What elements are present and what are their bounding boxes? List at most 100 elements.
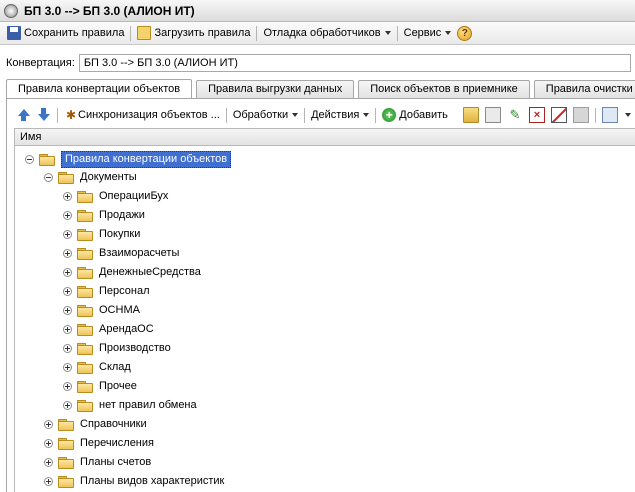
folder-icon [77,361,93,374]
tree-row[interactable]: Взаиморасчеты [63,244,179,263]
tree-row[interactable]: Справочники [44,415,147,434]
save-icon [7,26,21,40]
toolbar-separator [225,107,227,123]
expand-icon[interactable] [63,268,72,277]
tree-row[interactable]: Прочее [63,377,137,396]
add-label: Добавить [399,109,448,121]
folder-icon [39,153,55,166]
save-rules-button[interactable]: Сохранить правила [4,26,127,40]
tree-column-header[interactable]: Имя [14,128,635,146]
tree-row[interactable]: Планы счетов [44,453,151,472]
tree-row[interactable]: Планы видов характеристик [44,472,224,491]
tree-item-label: ДенежныеСредства [99,266,201,278]
navigate-icon[interactable] [601,107,618,123]
processing-label: Обработки [232,109,289,121]
copy-icon[interactable] [484,107,501,123]
actions-menu[interactable]: Действия [308,109,372,121]
conversion-field[interactable]: БП 3.0 --> БП 3.0 (АЛИОН ИТ) [78,54,631,72]
title-bar: БП 3.0 --> БП 3.0 (АЛИОН ИТ) [0,0,635,22]
add-button[interactable]: + Добавить [379,108,451,122]
toolbar-separator [57,107,58,123]
rules-tree: Правила конвертации объектов Документы О… [14,146,635,492]
expand-icon[interactable] [63,363,72,372]
tree-item-label: Склад [99,361,131,373]
help-button[interactable]: ? [454,25,475,41]
tree-item-label: Производство [99,342,171,354]
expand-icon[interactable] [63,249,72,258]
expand-icon[interactable] [44,458,53,467]
tree-item-label: ОперацииБух [99,190,169,202]
toolbar-separator [594,107,596,123]
tree-row[interactable]: Покупки [63,225,140,244]
folder-icon [77,304,93,317]
debug-handlers-menu[interactable]: Отладка обработчиков [260,27,393,39]
expand-icon[interactable] [63,192,72,201]
tree-row[interactable]: Производство [63,339,171,358]
expand-icon[interactable] [63,344,72,353]
chevron-down-icon[interactable] [624,113,631,117]
expand-icon[interactable] [63,287,72,296]
move-up-icon[interactable] [17,108,31,122]
tree-row[interactable]: АрендаОС [63,320,154,339]
tree-item-label: ОСНМА [99,304,140,316]
chevron-down-icon [445,31,452,35]
processing-menu[interactable]: Обработки [230,109,301,121]
main-toolbar: Сохранить правила Загрузить правила Отла… [0,22,635,45]
tree-item-label: Прочее [99,380,137,392]
folder-icon [58,418,74,431]
load-rules-button[interactable]: Загрузить правила [134,26,253,40]
rules-tabs: Правила конвертации объектов Правила выг… [6,78,635,99]
folder-icon [77,209,93,222]
save-rules-label: Сохранить правила [24,27,125,39]
move-down-icon[interactable] [37,108,51,122]
expand-icon[interactable] [63,211,72,220]
tree-row[interactable]: Персонал [63,282,150,301]
tree-row[interactable]: нет правил обмена [63,396,197,415]
tab-object-search-in-target[interactable]: Поиск объектов в приемнике [358,80,530,98]
tree-documents-label: Документы [80,171,137,183]
tree-item-label: Перечисления [80,437,154,449]
expand-icon[interactable] [63,401,72,410]
tree-row[interactable]: Перечисления [44,434,154,453]
tab-object-conversion-rules[interactable]: Правила конвертации объектов [6,79,193,99]
chevron-down-icon [363,113,370,117]
collapse-icon[interactable] [25,155,34,164]
expand-icon[interactable] [63,382,72,391]
open-folder-icon [137,26,152,40]
tree-row-documents[interactable]: Документы [44,168,137,187]
tab-cleanup-rules[interactable]: Правила очистки д [533,80,635,98]
chevron-down-icon [384,31,391,35]
window-title: БП 3.0 --> БП 3.0 (АЛИОН ИТ) [24,3,195,18]
delete-icon[interactable]: × [528,107,545,123]
tree-row[interactable]: ОСНМА [63,301,140,320]
folder-icon [58,475,74,488]
expand-icon[interactable] [63,230,72,239]
tree-row[interactable]: ДенежныеСредства [63,263,201,282]
expand-icon[interactable] [44,420,53,429]
expand-icon[interactable] [44,439,53,448]
disabled-action-icon[interactable] [572,107,589,123]
sync-objects-label: Синхронизация объектов ... [78,109,220,121]
mark-deletion-icon[interactable] [550,107,567,123]
expand-icon[interactable] [63,325,72,334]
tree-row[interactable]: ОперацииБух [63,187,168,206]
tree-item-label: нет правил обмена [99,399,197,411]
actions-label: Действия [311,109,360,121]
tree-row-root[interactable]: Правила конвертации объектов [25,150,232,169]
folder-icon [77,380,93,393]
sync-objects-button[interactable]: ✱ Синхронизация объектов ... [61,108,223,122]
collapse-icon[interactable] [44,173,53,182]
tree-row[interactable]: Продажи [63,206,145,225]
toolbar-separator [130,25,132,41]
expand-icon[interactable] [63,306,72,315]
folder-icon [58,171,74,184]
debug-handlers-label: Отладка обработчиков [263,27,381,39]
service-menu[interactable]: Сервис [401,27,455,39]
tree-row[interactable]: Склад [63,358,131,377]
add-folder-icon[interactable] [462,107,479,123]
folder-icon [77,342,93,355]
tab-data-export-rules[interactable]: Правила выгрузки данных [196,80,355,98]
edit-pencil-icon[interactable]: ✎ [507,107,523,123]
folder-icon [58,437,74,450]
expand-icon[interactable] [44,477,53,486]
